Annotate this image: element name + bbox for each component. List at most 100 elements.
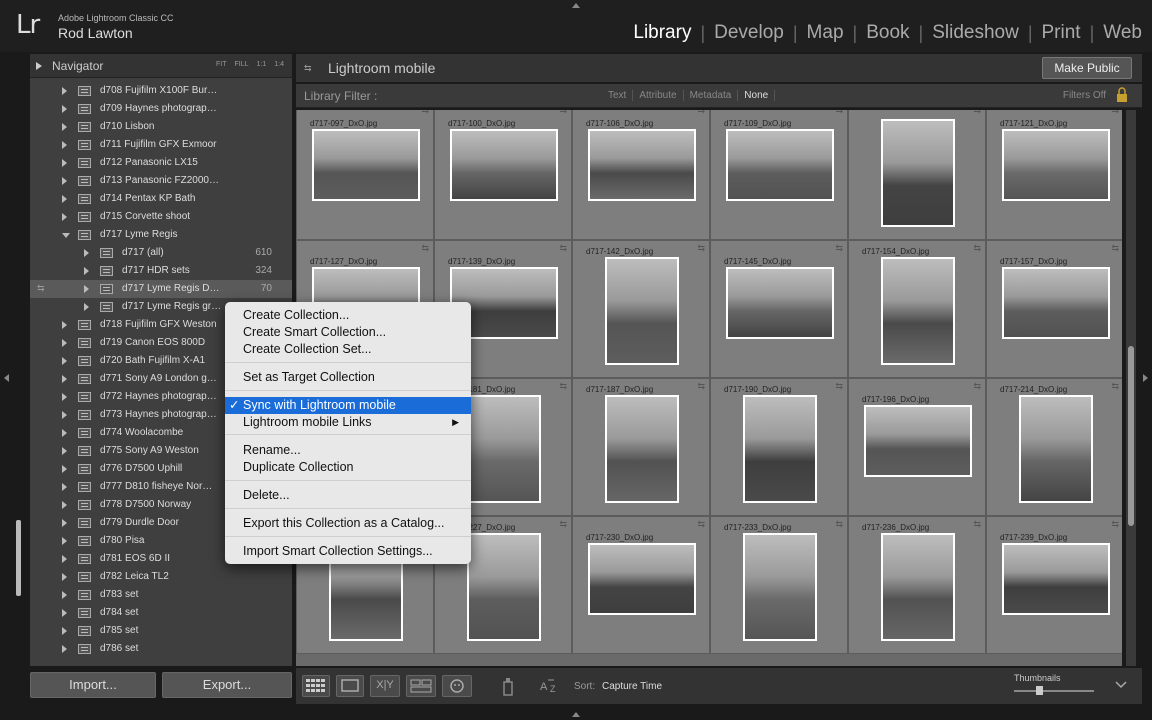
disclosure-triangle-icon[interactable] bbox=[62, 627, 67, 635]
import-button[interactable]: Import... bbox=[30, 672, 156, 698]
menu-item[interactable]: Lightroom mobile Links ▶ bbox=[225, 414, 471, 431]
disclosure-triangle-icon[interactable] bbox=[62, 411, 67, 419]
menu-item[interactable]: Create Collection... bbox=[225, 307, 471, 324]
module-slideshow[interactable]: Slideshow bbox=[923, 22, 1028, 44]
filters-off-dropdown[interactable]: Filters Off bbox=[1063, 90, 1106, 101]
menu-item[interactable]: ✓ Sync with Lightroom mobile bbox=[225, 397, 471, 414]
photo-thumbnail[interactable] bbox=[743, 533, 817, 641]
disclosure-triangle-icon[interactable] bbox=[62, 357, 67, 365]
photo-thumbnail[interactable] bbox=[1002, 543, 1110, 615]
thumbnail-cell[interactable]: d717-157_DxO.jpg ⇆ bbox=[986, 240, 1122, 378]
disclosure-triangle-icon[interactable] bbox=[62, 339, 67, 347]
thumbnail-cell[interactable]: d717-154_DxO.jpg ⇆ bbox=[848, 240, 986, 378]
disclosure-triangle-icon[interactable] bbox=[62, 465, 67, 473]
collection-row[interactable]: d785 set bbox=[30, 622, 292, 640]
collection-row[interactable]: d712 Panasonic LX15 bbox=[30, 154, 292, 172]
menu-item[interactable]: Export this Collection as a Catalog... bbox=[225, 515, 471, 532]
module-print[interactable]: Print bbox=[1033, 22, 1090, 44]
collection-row[interactable]: d717 (all) 610 bbox=[30, 244, 292, 262]
photo-thumbnail[interactable] bbox=[881, 257, 955, 365]
collection-row[interactable]: d713 Panasonic FZ2000… bbox=[30, 172, 292, 190]
disclosure-triangle-icon[interactable] bbox=[62, 375, 67, 383]
thumbnail-cell[interactable]: d717-233_DxO.jpg ⇆ bbox=[710, 516, 848, 654]
photo-thumbnail[interactable] bbox=[1002, 267, 1110, 339]
collection-row[interactable]: d782 Leica TL2 bbox=[30, 568, 292, 586]
disclosure-triangle-icon[interactable] bbox=[62, 321, 67, 329]
collection-row[interactable]: d709 Haynes photograp… bbox=[30, 100, 292, 118]
photo-thumbnail[interactable] bbox=[312, 129, 420, 201]
top-panel-toggle-icon[interactable] bbox=[572, 3, 580, 8]
module-web[interactable]: Web bbox=[1094, 22, 1142, 44]
thumbnail-size-slider[interactable] bbox=[1014, 690, 1094, 692]
thumbnail-cell[interactable]: d717-239_DxO.jpg ⇆ bbox=[986, 516, 1122, 654]
filter-metadata[interactable]: Metadata bbox=[684, 90, 739, 101]
people-view-button[interactable] bbox=[442, 675, 472, 697]
photo-thumbnail[interactable] bbox=[605, 395, 679, 503]
disclosure-triangle-icon[interactable] bbox=[62, 573, 67, 581]
thumbnail-cell[interactable]: d717-230_DxO.jpg ⇆ bbox=[572, 516, 710, 654]
photo-thumbnail[interactable] bbox=[605, 257, 679, 365]
photo-thumbnail[interactable] bbox=[450, 129, 558, 201]
collection-row[interactable]: d783 set bbox=[30, 586, 292, 604]
expand-triangle-icon[interactable] bbox=[36, 62, 42, 70]
photo-thumbnail[interactable] bbox=[726, 129, 834, 201]
disclosure-triangle-icon[interactable] bbox=[62, 195, 67, 203]
thumbnail-size-knob[interactable] bbox=[1036, 686, 1043, 695]
disclosure-triangle-icon[interactable] bbox=[62, 483, 67, 491]
right-panel-toggle-icon[interactable] bbox=[1143, 374, 1148, 382]
thumbnail-cell[interactable]: d717-121_DxO.jpg ⇆ bbox=[986, 110, 1122, 240]
disclosure-triangle-icon[interactable] bbox=[62, 429, 67, 437]
collection-row[interactable]: d717 Lyme Regis bbox=[30, 226, 292, 244]
photo-thumbnail[interactable] bbox=[467, 395, 541, 503]
bottom-panel-toggle-icon[interactable] bbox=[572, 712, 580, 717]
disclosure-triangle-icon[interactable] bbox=[62, 159, 67, 167]
disclosure-triangle-icon[interactable] bbox=[84, 285, 89, 293]
photo-thumbnail[interactable] bbox=[864, 405, 972, 477]
zoom-fill[interactable]: FILL bbox=[235, 61, 249, 68]
disclosure-triangle-icon[interactable] bbox=[62, 519, 67, 527]
disclosure-triangle-icon[interactable] bbox=[62, 87, 67, 95]
survey-view-button[interactable] bbox=[406, 675, 436, 697]
toolbar-menu-chevron-icon[interactable] bbox=[1114, 680, 1128, 690]
menu-item[interactable]: Import Smart Collection Settings... bbox=[225, 543, 471, 560]
collection-row[interactable]: d715 Corvette shoot bbox=[30, 208, 292, 226]
photo-thumbnail[interactable] bbox=[881, 119, 955, 227]
filter-attribute[interactable]: Attribute bbox=[633, 90, 684, 101]
zoom-1-4[interactable]: 1:4 bbox=[274, 61, 284, 68]
thumbnail-cell[interactable]: d717-145_DxO.jpg ⇆ bbox=[710, 240, 848, 378]
disclosure-triangle-icon[interactable] bbox=[62, 177, 67, 185]
make-public-button[interactable]: Make Public bbox=[1042, 57, 1132, 79]
grid-view-button[interactable] bbox=[302, 675, 330, 697]
photo-thumbnail[interactable] bbox=[467, 533, 541, 641]
zoom-1-1[interactable]: 1:1 bbox=[257, 61, 267, 68]
photo-thumbnail[interactable] bbox=[1019, 395, 1093, 503]
loupe-view-button[interactable] bbox=[336, 675, 364, 697]
menu-item[interactable]: Rename... bbox=[225, 442, 471, 459]
collection-row[interactable]: d717 Lyme Regis D… 70 ⇆ bbox=[30, 280, 292, 298]
menu-item[interactable]: Create Collection Set... bbox=[225, 341, 471, 358]
lock-icon[interactable] bbox=[1116, 87, 1128, 103]
menu-item[interactable]: Set as Target Collection bbox=[225, 369, 471, 386]
module-book[interactable]: Book bbox=[857, 22, 918, 44]
disclosure-triangle-icon[interactable] bbox=[62, 591, 67, 599]
thumbnail-cell[interactable]: d717-236_DxO.jpg ⇆ bbox=[848, 516, 986, 654]
collection-row[interactable]: d710 Lisbon bbox=[30, 118, 292, 136]
module-library[interactable]: Library bbox=[624, 22, 700, 44]
photo-thumbnail[interactable] bbox=[726, 267, 834, 339]
disclosure-triangle-icon[interactable] bbox=[62, 555, 67, 563]
photo-thumbnail[interactable] bbox=[588, 543, 696, 615]
filter-none[interactable]: None bbox=[738, 90, 776, 101]
module-map[interactable]: Map bbox=[798, 22, 853, 44]
disclosure-triangle-icon[interactable] bbox=[62, 393, 67, 401]
collection-row[interactable]: d786 set bbox=[30, 640, 292, 658]
disclosure-triangle-icon[interactable] bbox=[62, 213, 67, 221]
photo-thumbnail[interactable] bbox=[588, 129, 696, 201]
collection-row[interactable]: d711 Fujifilm GFX Exmoor bbox=[30, 136, 292, 154]
disclosure-triangle-icon[interactable] bbox=[84, 267, 89, 275]
thumbnail-cell[interactable]: d717-097_DxO.jpg ⇆ bbox=[296, 110, 434, 240]
spray-can-icon[interactable] bbox=[500, 676, 516, 696]
thumbnail-cell[interactable]: d717-100_DxO.jpg ⇆ bbox=[434, 110, 572, 240]
disclosure-triangle-icon[interactable] bbox=[62, 123, 67, 131]
thumbnail-cell[interactable]: d717-109_DxO.jpg ⇆ bbox=[710, 110, 848, 240]
collection-row[interactable]: d784 set bbox=[30, 604, 292, 622]
